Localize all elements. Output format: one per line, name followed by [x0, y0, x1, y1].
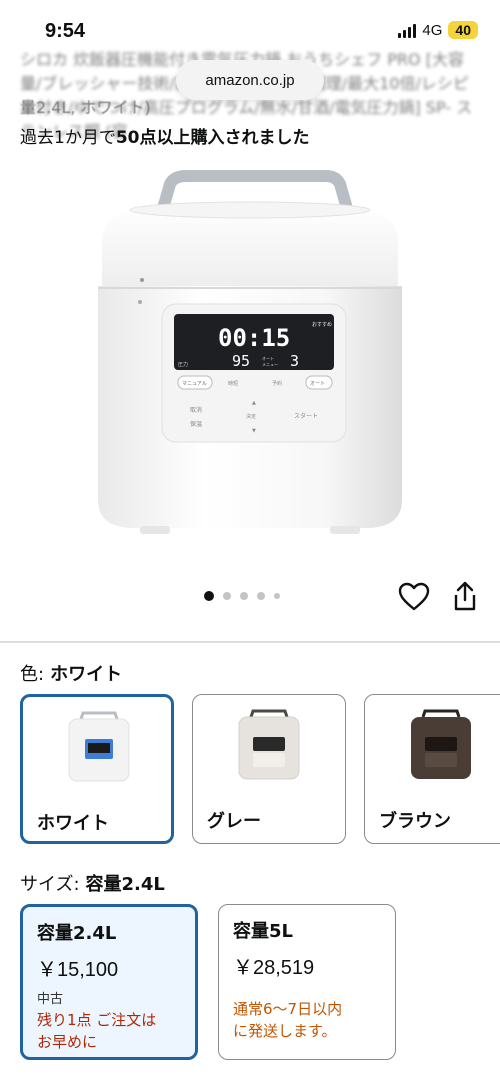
svg-text:マニュアル: マニュアル — [182, 381, 207, 387]
carousel-dot[interactable] — [274, 593, 280, 599]
wishlist-heart-icon[interactable] — [398, 582, 430, 612]
size-label-row: サイズ: 容量2.4L — [20, 870, 165, 896]
color-selected-value: ホワイト — [50, 664, 123, 685]
svg-text:保温: 保温 — [190, 420, 202, 428]
network-type: 4G — [422, 21, 443, 39]
status-time: 9:54 — [45, 20, 86, 42]
svg-text:圧力: 圧力 — [178, 361, 188, 368]
url-text: amazon.co.jp — [205, 71, 295, 89]
color-thumb-white — [59, 709, 139, 789]
svg-text:時短: 時短 — [228, 380, 238, 387]
size-option-price: ￥28,519 — [233, 957, 315, 979]
color-thumb-gray — [229, 707, 309, 787]
size-option-price: ￥15,100 — [37, 959, 119, 981]
size-selected-value: 容量2.4L — [85, 874, 165, 895]
svg-text:▼: ▼ — [252, 428, 256, 434]
size-option-2-4l[interactable]: 容量2.4L ￥15,100 中古 残り1点 ご注文は お早めに — [20, 904, 198, 1060]
color-option-gray[interactable]: グレー — [192, 694, 346, 844]
color-option-name: グレー — [207, 811, 261, 832]
stock-warning: 残り1点 ご注文は お早めに — [37, 1011, 157, 1051]
svg-text:スタート: スタート — [294, 412, 318, 420]
carousel-dot[interactable] — [223, 592, 231, 600]
carousel-dot[interactable] — [204, 591, 214, 601]
color-label: 色: — [20, 664, 45, 685]
battery-indicator: 40 — [448, 21, 478, 39]
carousel-dot[interactable] — [257, 592, 265, 600]
product-title-end: 量2.4L, ホワイト) — [20, 98, 151, 117]
svg-text:メニュー: メニュー — [262, 362, 278, 367]
url-bar[interactable]: amazon.co.jp — [176, 60, 324, 100]
svg-text:おすすめ: おすすめ — [312, 321, 332, 328]
color-thumb-brown — [401, 707, 481, 787]
svg-text:95: 95 — [232, 352, 250, 370]
svg-text:取消: 取消 — [190, 406, 202, 414]
svg-text:予約: 予約 — [272, 380, 282, 387]
image-carousel-dots[interactable] — [204, 591, 280, 601]
shipping-estimate: 通常6～7日以内 に発送します。 — [233, 1000, 343, 1040]
svg-text:3: 3 — [290, 352, 299, 370]
color-option-name: ブラウン — [379, 811, 451, 832]
color-option-brown[interactable]: ブラウン — [364, 694, 500, 844]
purchase-count-text: 過去1か月で50点以上購入されました — [20, 128, 310, 148]
cellular-signal-icon — [398, 22, 417, 38]
color-option-name: ホワイト — [37, 813, 109, 834]
carousel-dot[interactable] — [240, 592, 248, 600]
svg-text:オート: オート — [310, 381, 325, 387]
product-image[interactable]: 00:15 おすすめ 圧力 95 オート メニュー 3 マニュアル 時短 予約 … — [90, 170, 410, 540]
size-option-condition: 中古 — [37, 992, 64, 1007]
size-option-name: 容量2.4L — [37, 923, 117, 944]
size-label: サイズ: — [20, 874, 80, 895]
svg-text:決定: 決定 — [246, 413, 256, 420]
section-divider — [0, 641, 500, 643]
svg-text:オート: オート — [262, 356, 274, 361]
size-option-name: 容量5L — [233, 921, 293, 942]
status-indicators: 4G 40 — [398, 21, 478, 39]
size-option-5l[interactable]: 容量5L ￥28,519 通常6～7日以内 に発送します。 — [218, 904, 396, 1060]
color-option-white[interactable]: ホワイト — [20, 694, 174, 844]
display-timer: 00:15 — [218, 324, 290, 352]
svg-text:▲: ▲ — [252, 400, 256, 406]
color-label-row: 色: ホワイト — [20, 660, 122, 686]
share-icon[interactable] — [452, 580, 478, 612]
